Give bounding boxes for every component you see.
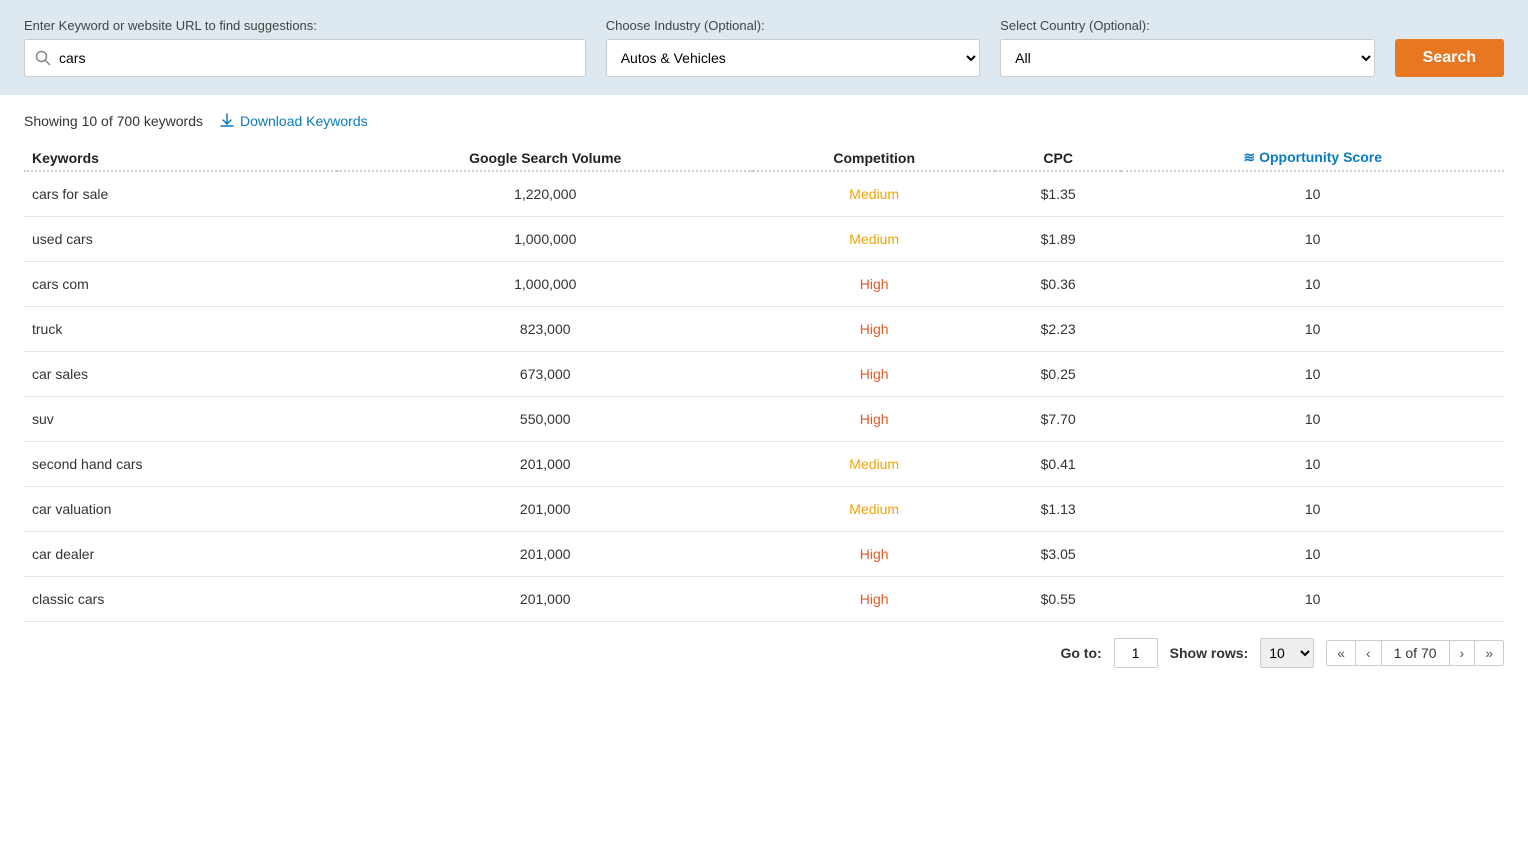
competition-cell: High: [753, 307, 995, 352]
download-keywords-link[interactable]: Download Keywords: [219, 113, 368, 129]
competition-cell: High: [753, 532, 995, 577]
keyword-cell: classic cars: [24, 577, 337, 622]
country-label: Select Country (Optional):: [1000, 18, 1374, 33]
cpc-cell: $3.05: [995, 532, 1121, 577]
keyword-input[interactable]: [59, 50, 575, 66]
pager: « ‹ 1 of 70 › »: [1326, 640, 1504, 666]
keyword-cell: cars for sale: [24, 171, 337, 217]
keyword-cell: suv: [24, 397, 337, 442]
show-rows-select[interactable]: 10 25 50 100: [1260, 638, 1314, 668]
keyword-cell: car sales: [24, 352, 337, 397]
volume-cell: 673,000: [337, 352, 753, 397]
prev-page-button[interactable]: ‹: [1356, 641, 1382, 665]
last-page-button[interactable]: »: [1475, 641, 1503, 665]
cpc-cell: $0.41: [995, 442, 1121, 487]
cpc-cell: $0.55: [995, 577, 1121, 622]
table-row: car sales 673,000 High $0.25 10: [24, 352, 1504, 397]
volume-cell: 550,000: [337, 397, 753, 442]
keyword-cell: car valuation: [24, 487, 337, 532]
next-page-button[interactable]: ›: [1450, 641, 1476, 665]
score-cell: 10: [1121, 532, 1504, 577]
cpc-cell: $1.13: [995, 487, 1121, 532]
keyword-cell: cars com: [24, 262, 337, 307]
keyword-cell: car dealer: [24, 532, 337, 577]
cpc-cell: $0.25: [995, 352, 1121, 397]
score-cell: 10: [1121, 397, 1504, 442]
competition-cell: Medium: [753, 442, 995, 487]
volume-cell: 1,000,000: [337, 262, 753, 307]
competition-cell: High: [753, 397, 995, 442]
volume-cell: 201,000: [337, 577, 753, 622]
volume-cell: 823,000: [337, 307, 753, 352]
keywords-table: Keywords Google Search Volume Competitio…: [24, 139, 1504, 622]
cpc-cell: $7.70: [995, 397, 1121, 442]
competition-cell: High: [753, 262, 995, 307]
col-keywords: Keywords: [24, 139, 337, 171]
col-competition: Competition: [753, 139, 995, 171]
score-cell: 10: [1121, 171, 1504, 217]
cpc-cell: $1.35: [995, 171, 1121, 217]
keyword-field-group: Enter Keyword or website URL to find sug…: [24, 18, 586, 77]
keyword-cell: second hand cars: [24, 442, 337, 487]
table-row: car dealer 201,000 High $3.05 10: [24, 532, 1504, 577]
score-cell: 10: [1121, 352, 1504, 397]
score-cell: 10: [1121, 217, 1504, 262]
search-bar: Enter Keyword or website URL to find sug…: [0, 0, 1528, 95]
table-body: cars for sale 1,220,000 Medium $1.35 10 …: [24, 171, 1504, 622]
pagination-row: Go to: Show rows: 10 25 50 100 « ‹ 1 of …: [0, 622, 1528, 684]
competition-cell: High: [753, 352, 995, 397]
score-cell: 10: [1121, 307, 1504, 352]
results-header: Showing 10 of 700 keywords Download Keyw…: [0, 95, 1528, 139]
show-rows-label: Show rows:: [1170, 645, 1249, 661]
col-volume: Google Search Volume: [337, 139, 753, 171]
volume-cell: 1,220,000: [337, 171, 753, 217]
volume-cell: 201,000: [337, 532, 753, 577]
volume-cell: 201,000: [337, 442, 753, 487]
table-header-row: Keywords Google Search Volume Competitio…: [24, 139, 1504, 171]
table-row: truck 823,000 High $2.23 10: [24, 307, 1504, 352]
volume-cell: 201,000: [337, 487, 753, 532]
cpc-cell: $2.23: [995, 307, 1121, 352]
industry-label: Choose Industry (Optional):: [606, 18, 980, 33]
results-count: Showing 10 of 700 keywords: [24, 113, 203, 129]
score-cell: 10: [1121, 577, 1504, 622]
industry-select[interactable]: Autos & Vehicles All Business & Industri…: [606, 39, 980, 77]
search-icon: [35, 50, 51, 66]
col-cpc: CPC: [995, 139, 1121, 171]
keyword-label: Enter Keyword or website URL to find sug…: [24, 18, 586, 33]
table-row: cars com 1,000,000 High $0.36 10: [24, 262, 1504, 307]
volume-cell: 1,000,000: [337, 217, 753, 262]
table-row: cars for sale 1,220,000 Medium $1.35 10: [24, 171, 1504, 217]
industry-field-group: Choose Industry (Optional): Autos & Vehi…: [606, 18, 980, 77]
competition-cell: High: [753, 577, 995, 622]
competition-cell: Medium: [753, 487, 995, 532]
keyword-cell: used cars: [24, 217, 337, 262]
download-icon: [219, 113, 235, 129]
country-select[interactable]: All United States United Kingdom Canada …: [1000, 39, 1374, 77]
first-page-button[interactable]: «: [1327, 641, 1356, 665]
table-row: second hand cars 201,000 Medium $0.41 10: [24, 442, 1504, 487]
search-button[interactable]: Search: [1395, 39, 1504, 77]
cpc-cell: $1.89: [995, 217, 1121, 262]
cpc-cell: $0.36: [995, 262, 1121, 307]
score-cell: 10: [1121, 442, 1504, 487]
score-cell: 10: [1121, 262, 1504, 307]
goto-label: Go to:: [1060, 645, 1101, 661]
table-row: car valuation 201,000 Medium $1.13 10: [24, 487, 1504, 532]
score-cell: 10: [1121, 487, 1504, 532]
col-opportunity: ≋Opportunity Score: [1121, 139, 1504, 171]
competition-cell: Medium: [753, 217, 995, 262]
table-row: suv 550,000 High $7.70 10: [24, 397, 1504, 442]
keywords-table-wrap: Keywords Google Search Volume Competitio…: [0, 139, 1528, 622]
table-row: classic cars 201,000 High $0.55 10: [24, 577, 1504, 622]
country-field-group: Select Country (Optional): All United St…: [1000, 18, 1374, 77]
download-label: Download Keywords: [240, 113, 368, 129]
keyword-input-wrap: [24, 39, 586, 77]
goto-input[interactable]: [1114, 638, 1158, 668]
page-info: 1 of 70: [1382, 641, 1450, 665]
keyword-cell: truck: [24, 307, 337, 352]
competition-cell: Medium: [753, 171, 995, 217]
table-row: used cars 1,000,000 Medium $1.89 10: [24, 217, 1504, 262]
wave-icon: ≋: [1243, 149, 1255, 165]
